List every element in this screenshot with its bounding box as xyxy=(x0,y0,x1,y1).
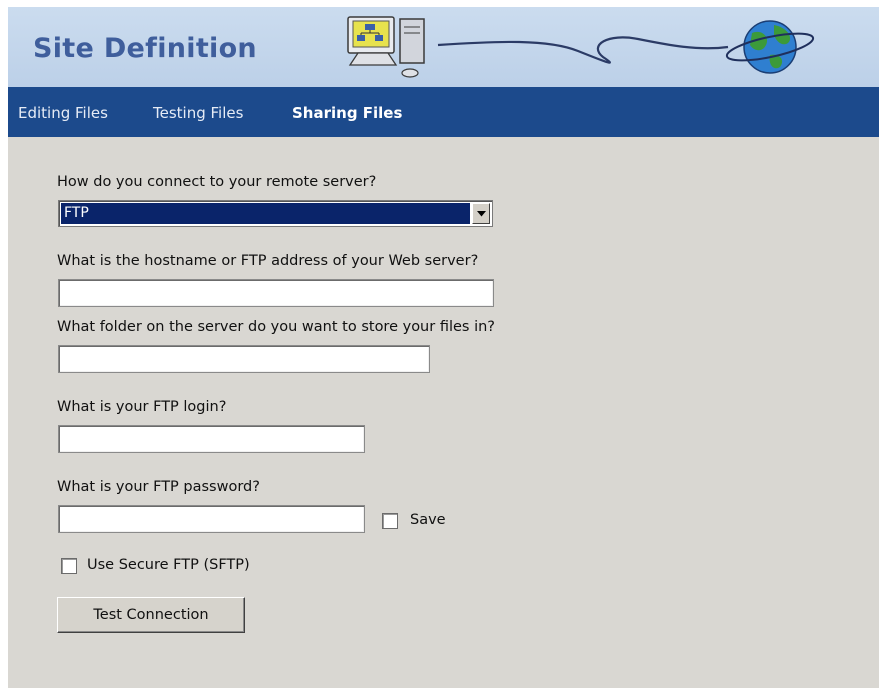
tab-bar: Editing Files Testing Files Sharing File… xyxy=(8,87,879,137)
connect-method-value: FTP xyxy=(61,203,470,224)
network-illustration xyxy=(347,16,815,78)
ftp-password-input[interactable] xyxy=(58,505,365,533)
tab-testing-files[interactable]: Testing Files xyxy=(153,104,243,122)
ftp-login-input[interactable] xyxy=(58,425,365,453)
test-connection-button[interactable]: Test Connection xyxy=(57,597,245,633)
remote-folder-label: What folder on the server do you want to… xyxy=(57,319,495,335)
chevron-down-icon[interactable] xyxy=(472,203,490,224)
save-password-label: Save xyxy=(410,512,446,528)
globe-icon xyxy=(725,20,815,74)
header-banner: Site Definition xyxy=(8,7,879,87)
hostname-input[interactable] xyxy=(58,279,494,307)
connect-method-label: How do you connect to your remote server… xyxy=(57,174,377,190)
remote-folder-input[interactable] xyxy=(58,345,430,373)
tab-editing-files[interactable]: Editing Files xyxy=(18,104,108,122)
site-definition-window: Site Definition Editing Files Testing Fi… xyxy=(8,7,879,688)
connect-method-select[interactable]: FTP xyxy=(58,200,493,227)
page-title: Site Definition xyxy=(33,33,257,64)
ftp-login-label: What is your FTP login? xyxy=(57,399,227,415)
save-password-checkbox[interactable] xyxy=(382,513,398,529)
ftp-password-label: What is your FTP password? xyxy=(57,479,260,495)
computer-icon xyxy=(347,16,425,78)
tab-sharing-files[interactable]: Sharing Files xyxy=(292,104,402,122)
secure-ftp-label: Use Secure FTP (SFTP) xyxy=(87,557,250,573)
secure-ftp-checkbox[interactable] xyxy=(61,558,77,574)
hostname-label: What is the hostname or FTP address of y… xyxy=(57,253,479,269)
